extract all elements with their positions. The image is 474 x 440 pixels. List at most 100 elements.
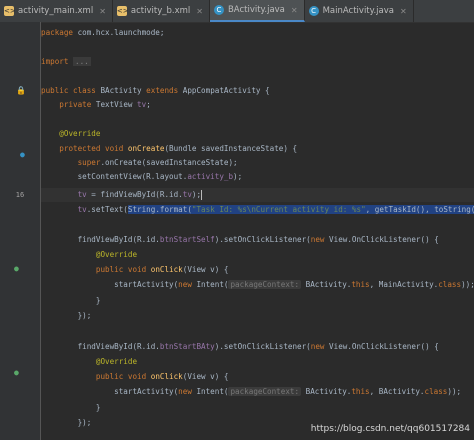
field-name: tv [182,190,192,199]
tab-label: MainActivity.java [322,6,394,16]
close-icon[interactable]: ✕ [196,7,203,16]
code-line: private TextView tv; [41,98,151,112]
keyword: this [351,387,370,396]
java-class-icon: C [308,6,319,16]
code-line: } [41,401,101,415]
code-line[interactable]: tv = findViewById(R.id.tv); [41,188,203,202]
code-line: import ... [41,55,91,69]
keyword: new [310,342,325,351]
code-text: }); [77,311,92,320]
code-text: ); [233,172,243,181]
code-text: setContentView(R.layout. [77,172,188,181]
watermark-url: https://blog.csdn.net/qq601517284 [310,424,470,434]
code-text: ).setOnClickListener( [214,235,311,244]
tab-activity-main-xml[interactable]: <> activity_main.xml ✕ [0,0,113,22]
code-text: findViewById(R.id. [77,342,160,351]
keyword: private [59,100,92,109]
close-icon[interactable]: ✕ [400,7,407,16]
xml-file-icon: <> [4,6,16,16]
code-text: )); [447,387,462,396]
keyword: protected void [59,144,124,153]
code-text: .setText( [86,205,128,214]
code-text: } [95,296,101,305]
line-number: 16 [15,191,25,199]
code-text: Intent( [191,280,229,289]
code-text: ).setOnClickListener( [214,342,311,351]
code-line: public void onClick(View v) { [41,263,229,277]
code-text: BActivity. [301,280,352,289]
code-line: tv.setText(String.format("Task Id: %s\nC… [41,203,474,217]
folded-imports[interactable]: ... [73,57,91,66]
code-line: setContentView(R.layout.activity_b); [41,170,243,184]
keyword: package [41,28,74,37]
code-line: findViewById(R.id.btnStartBAty).setOnCli… [41,340,439,354]
code-text: } [95,403,101,412]
tab-label: BActivity.java [227,5,285,15]
keyword: public class [41,86,96,95]
class-name: BActivity [95,86,147,95]
annotation: @Override [95,357,138,366]
code-line: startActivity(new Intent(packageContext:… [41,278,474,292]
override-marker-icon[interactable]: ● [14,368,19,377]
field-name: tv [77,205,87,214]
annotation: @Override [59,129,101,138]
code-line: package com.hcx.launchmode; [41,26,164,40]
keyword: super [77,158,101,167]
code-line: }); [41,309,92,323]
code-line: protected void onCreate(Bundle savedInst… [41,142,297,156]
code-text: startActivity( [114,387,179,396]
code-text: .onCreate(savedInstanceState); [100,158,238,167]
code-line: @Override [41,127,100,141]
keyword: import [41,57,69,66]
java-class-icon: C [213,5,224,15]
string-literal: "Task Id: %s\nCurrent activity id: %s" [191,205,366,214]
tab-bactivity-java[interactable]: C BActivity.java ✕ [209,0,305,22]
code-text: , BActivity. [369,387,425,396]
code-line: public void onClick(View v) { [41,370,229,384]
keyword: class [438,280,462,289]
code-text: }); [77,418,92,427]
code-text: ); [191,190,202,199]
selected-code: , getTaskId(), toString()) [365,205,474,214]
keyword: new [178,387,192,396]
code-line: @Override [41,248,137,262]
close-icon[interactable]: ✕ [99,7,106,16]
code-text: startActivity( [114,280,179,289]
code-text: (Bundle savedInstanceState) { [164,144,298,153]
code-text: AppCompatActivity { [178,86,270,95]
keyword: public void [95,372,147,381]
tab-activity-b-xml[interactable]: <> activity_b.xml ✕ [113,0,210,22]
annotation: @Override [95,250,138,259]
field-name: btnStartBAty [159,342,215,351]
lock-icon: 🔒 [16,86,26,95]
code-text: ; [146,100,151,109]
code-text: , MainActivity. [369,280,439,289]
keyword: class [424,387,448,396]
keyword: new [178,280,192,289]
override-marker-icon[interactable]: ● [14,264,19,273]
tab-label: activity_b.xml [130,6,191,16]
code-text: com.hcx.launchmode; [73,28,165,37]
code-line: public class BActivity extends AppCompat… [41,84,270,98]
editor-tab-bar: <> activity_main.xml ✕ <> activity_b.xml… [0,0,474,23]
keyword: this [351,280,370,289]
override-marker-icon[interactable]: ● [20,150,25,159]
keyword: public void [95,265,147,274]
editor-gutter[interactable]: 🔒 ● ● ● 16 [0,22,41,440]
parameter-hint: packageContext: [228,280,302,289]
code-text: = findViewById(R.id. [86,190,183,199]
code-text: Intent( [191,387,229,396]
code-text: View.OnClickListener() { [324,342,439,351]
method-name: onCreate [123,144,165,153]
code-line: startActivity(new Intent(packageContext:… [41,385,461,399]
method-name: onClick [146,372,183,381]
code-text: )); [461,280,474,289]
code-text: View.OnClickListener() { [324,235,439,244]
tab-mainactivity-java[interactable]: C MainActivity.java ✕ [305,0,414,22]
parameter-hint: packageContext: [228,387,302,396]
code-line: super.onCreate(savedInstanceState); [41,156,238,170]
field-name: btnStartSelf [159,235,215,244]
close-icon[interactable]: ✕ [291,6,298,15]
method-name: onClick [146,265,183,274]
code-line: @Override [41,355,137,369]
